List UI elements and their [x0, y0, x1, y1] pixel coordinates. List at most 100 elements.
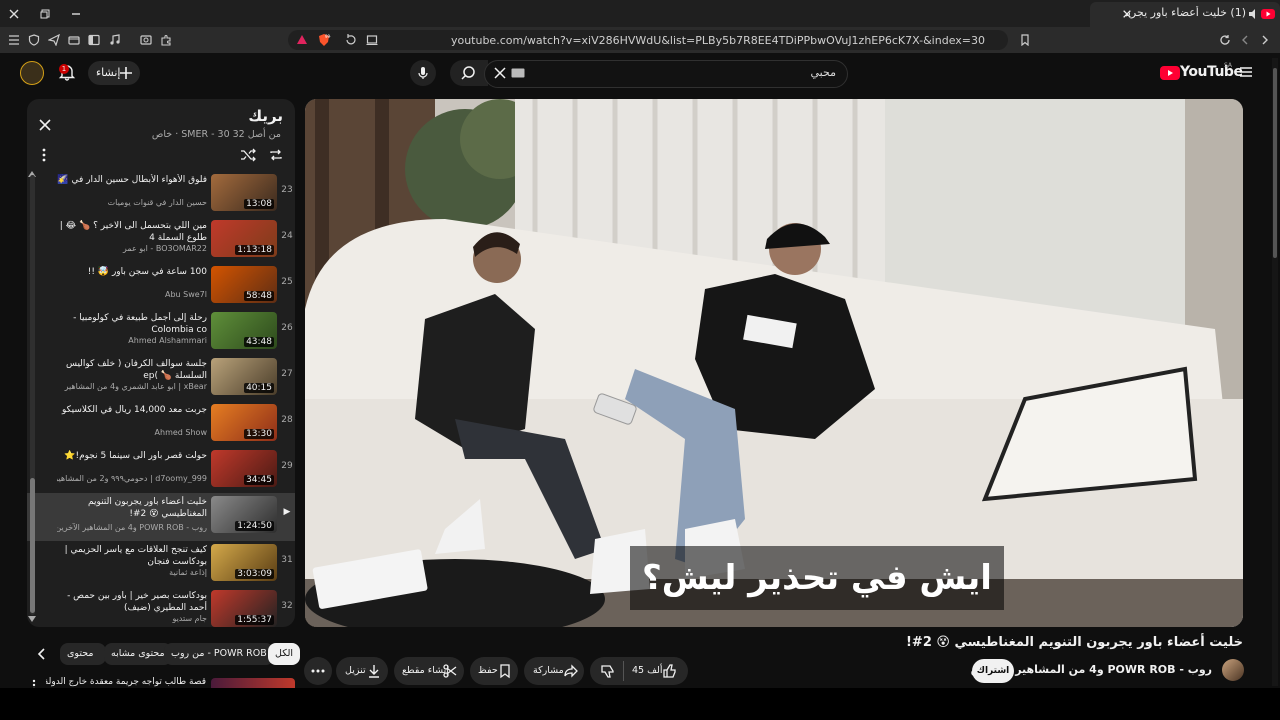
like-divider	[623, 661, 624, 681]
playlist-item[interactable]: 24 1:13:18 مين اللي بتحسمل الى الاخير ؟ …	[27, 217, 295, 263]
close-playlist-icon[interactable]	[35, 115, 55, 135]
item-thumbnail[interactable]: 13:30	[211, 404, 277, 441]
item-duration: 40:15	[244, 383, 274, 393]
channel-avatar[interactable]	[1222, 659, 1244, 681]
shuffle-icon[interactable]	[238, 145, 258, 165]
item-title[interactable]: خليت أعضاء باور يجربون التنويم المغناطيس…	[57, 496, 207, 520]
avatar[interactable]	[20, 61, 44, 85]
back-icon[interactable]	[1235, 30, 1255, 50]
chips-next-icon[interactable]	[32, 644, 52, 664]
chip-similar[interactable]: محتوى مشابه	[104, 643, 172, 665]
forward-icon[interactable]	[1255, 30, 1275, 50]
item-index: 24	[281, 231, 293, 241]
microphone-icon	[413, 63, 433, 83]
item-title[interactable]: فلوق الأهواء الأبطال حسين الدار في 🌠	[57, 174, 207, 186]
youtube-logo-icon[interactable]	[1160, 63, 1180, 83]
playlist-item[interactable]: 25 58:48 100 ساعة في سجن باور 🤯 !! Abu S…	[27, 263, 295, 309]
wallet-icon[interactable]	[64, 30, 84, 50]
item-thumbnail[interactable]: 3:03:09	[211, 544, 277, 581]
share-icon	[561, 661, 581, 681]
item-channel: Ahmed Show	[154, 428, 207, 437]
loop-icon[interactable]	[266, 145, 286, 165]
share-page-icon[interactable]	[340, 30, 360, 50]
reload-icon[interactable]	[1215, 30, 1235, 50]
item-channel: BO3OMAR22 - ابو عمر	[122, 244, 207, 253]
item-thumbnail[interactable]: 13:08	[211, 174, 277, 211]
item-duration: 58:48	[244, 291, 274, 301]
item-thumbnail[interactable]: 1:55:37	[211, 590, 277, 627]
page-scrollbar-thumb[interactable]	[1273, 68, 1277, 258]
item-title[interactable]: بودكاست بصير خير | باور بين حمص - أحمد ا…	[57, 590, 207, 614]
window-restore-icon[interactable]	[35, 4, 55, 24]
extensions-icon[interactable]	[156, 30, 176, 50]
item-title[interactable]: جربت معد 14,000 ريال في الكلاسيكو	[57, 404, 207, 416]
dislike-icon[interactable]	[598, 661, 618, 681]
item-title[interactable]: حولت قصر باور الى سينما 5 نجوم!⭐	[57, 450, 207, 462]
guide-menu-icon[interactable]	[1236, 62, 1256, 82]
item-channel: جام ستديو	[172, 614, 207, 623]
like-icon[interactable]	[660, 661, 680, 681]
playlist-item-current[interactable]: ▶ 1:24:50 خليت أعضاء باور يجربون التنويم…	[27, 493, 295, 541]
tab-title: (1) خليت أعضاء باور يجربون التن	[1126, 6, 1246, 19]
clear-search-icon[interactable]	[490, 63, 510, 83]
item-title[interactable]: 100 ساعة في سجن باور 🤯 !!	[57, 266, 207, 278]
playlist-title[interactable]: بريك	[248, 107, 283, 125]
chip-all[interactable]: الكل	[268, 643, 300, 665]
item-thumbnail[interactable]: 1:13:18	[211, 220, 277, 257]
item-thumbnail[interactable]: 43:48	[211, 312, 277, 349]
menu-icon[interactable]	[4, 30, 24, 50]
paper-plane-icon[interactable]	[44, 30, 64, 50]
brave-shields-icon[interactable]: 99+	[314, 30, 334, 50]
playlist-panel: بريك خاص · SMER - 30 من أصل 32 23 13:08 …	[27, 99, 295, 627]
item-thumbnail[interactable]: 1:24:50	[211, 496, 277, 533]
item-duration: 13:08	[244, 199, 274, 209]
chip-from-channel[interactable]: من روب - POWR ROB	[164, 643, 274, 665]
bookmark-icon[interactable]	[1015, 30, 1035, 50]
scroll-down-icon[interactable]	[26, 614, 38, 624]
playlist-item[interactable]: 27 40:15 جلسة سوالف الكرفان ( خلف كواليس…	[27, 355, 295, 401]
playlist-item[interactable]: 31 3:03:09 كيف تنجح العلاقات مع ياسر الح…	[27, 541, 295, 587]
download-icon	[364, 661, 384, 681]
item-duration: 1:13:18	[235, 245, 274, 255]
music-note-icon[interactable]	[105, 30, 125, 50]
item-title[interactable]: كيف تنجح العلاقات مع ياسر الحزيمي | بودك…	[57, 544, 207, 568]
playlist-item[interactable]: 29 34:45 حولت قصر باور الى سينما 5 نجوم!…	[27, 447, 295, 493]
chip-content[interactable]: محتوى	[60, 643, 106, 665]
more-horizontal-icon	[308, 661, 328, 681]
window-minimize-icon[interactable]	[66, 4, 86, 24]
playlist-item[interactable]: 26 43:48 رحلة إلى أجمل طبيعة في كولومبيا…	[27, 309, 295, 355]
item-index: 28	[281, 415, 293, 425]
item-title[interactable]: جلسة سوالف الكرفان ( خلف كواليس السلسلة …	[57, 358, 207, 382]
brave-rewards-icon[interactable]	[292, 30, 312, 50]
item-thumbnail[interactable]: 58:48	[211, 266, 277, 303]
cast-icon[interactable]	[362, 30, 382, 50]
item-index: 23	[281, 185, 293, 195]
playlist-item[interactable]: 32 1:55:37 بودكاست بصير خير | باور بين ح…	[27, 587, 295, 627]
item-title[interactable]: رحلة إلى أجمل طبيعة في كولومبيا - Colomb…	[57, 312, 207, 336]
keyboard-icon[interactable]	[508, 63, 528, 83]
item-title[interactable]: مين اللي بتحسمل الى الاخير ؟ 🍗 😂 | طلوع …	[57, 220, 207, 244]
item-index: 31	[281, 555, 293, 565]
item-channel: d7oomy_999 | دحومي٩٩٩ و2 من المشاهير	[57, 474, 207, 483]
subscribe-button[interactable]: اشتراك	[972, 659, 1014, 683]
playlist-item[interactable]: 23 13:08 فلوق الأهواء الأبطال حسين الدار…	[27, 171, 295, 217]
next-item-thumbnail[interactable]	[211, 678, 295, 688]
window-close-icon[interactable]	[4, 4, 24, 24]
item-duration: 34:45	[244, 475, 274, 485]
playlist-scrollbar-thumb[interactable]	[30, 478, 35, 613]
playlist-item[interactable]: 28 13:30 جربت معد 14,000 ريال في الكلاسي…	[27, 401, 295, 447]
item-thumbnail[interactable]: 34:45	[211, 450, 277, 487]
screenshot-icon[interactable]	[136, 30, 156, 50]
item-channel: Abu Swe7l	[164, 290, 207, 299]
playlist-subtitle: خاص · SMER - 30 من أصل 32	[151, 129, 281, 140]
next-item-title[interactable]: قصة طالب تواجه جريمة معقدة خارج الدولة (	[46, 677, 206, 687]
item-thumbnail[interactable]: 40:15	[211, 358, 277, 395]
more-options-icon[interactable]	[34, 145, 54, 165]
youtube-logo-text[interactable]: YouTube	[1180, 64, 1243, 80]
sidebar-toggle-icon[interactable]	[84, 30, 104, 50]
plus-icon	[116, 63, 136, 83]
bottom-bar	[0, 688, 1280, 720]
download-label: تنزيل	[345, 665, 366, 676]
item-duration: 1:24:50	[235, 521, 274, 531]
shield-icon[interactable]	[24, 30, 44, 50]
